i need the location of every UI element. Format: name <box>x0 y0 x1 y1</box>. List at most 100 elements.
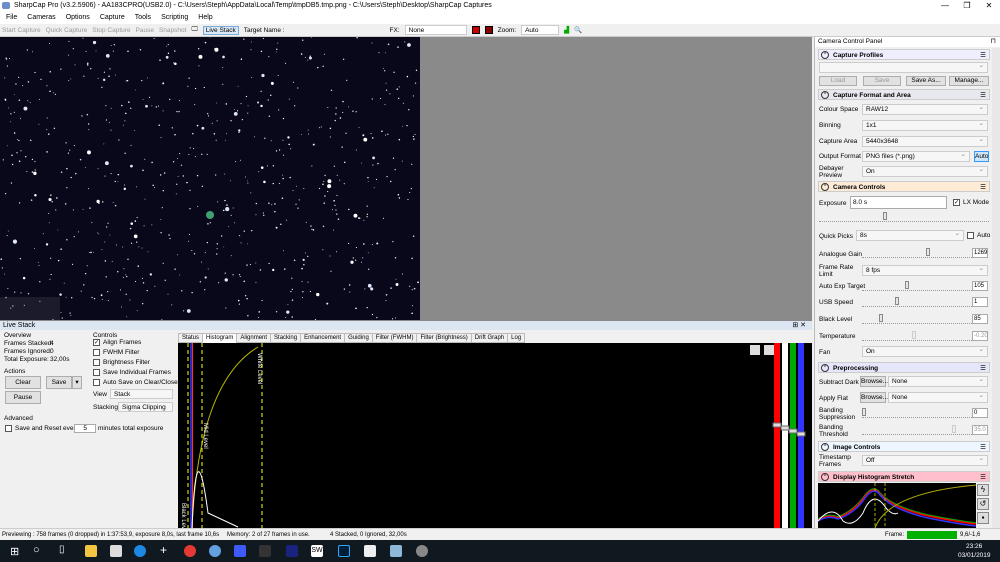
flat-select[interactable]: None <box>888 392 988 403</box>
collapse-icon[interactable]: ^ <box>821 473 829 481</box>
menu-icon[interactable]: ☰ <box>980 363 986 374</box>
pin-icon[interactable]: ⊞ ✕ <box>792 321 806 329</box>
auto-exp-target-slider[interactable] <box>862 281 972 291</box>
dark-select[interactable]: None <box>888 376 988 387</box>
panel-scrollbar[interactable] <box>992 48 1000 528</box>
controls-checkbox[interactable]: Auto Save on Clear/Close <box>93 379 178 386</box>
store-icon[interactable] <box>110 545 122 557</box>
menu-icon[interactable]: ☰ <box>980 442 986 453</box>
app-icon-blue[interactable] <box>209 545 221 557</box>
binning-select[interactable]: 1x1 <box>862 120 988 131</box>
controls-checkbox[interactable]: FWHM Filter <box>93 349 139 356</box>
menu-help[interactable]: Help <box>198 14 212 21</box>
banding-suppression-slider[interactable] <box>862 408 972 418</box>
profile-select[interactable] <box>819 62 988 73</box>
tab-filter-brightness-[interactable]: Filter (Brightness) <box>416 333 471 343</box>
search-icon[interactable]: ○ <box>33 544 40 556</box>
collapse-icon[interactable]: ^ <box>821 51 829 59</box>
channel-level-bar[interactable] <box>790 343 796 529</box>
histogram-icon[interactable]: ▟ <box>564 26 569 34</box>
quick-picks-select[interactable]: 8s <box>856 230 964 241</box>
output-auto-button[interactable]: Auto <box>974 151 989 162</box>
photoshop-icon[interactable] <box>338 545 350 557</box>
panel-pin-icon[interactable]: ⊓ <box>991 37 996 45</box>
windows-start-icon[interactable]: ⊞ <box>10 545 19 558</box>
clear-button[interactable]: Clear <box>5 376 41 389</box>
save-button[interactable]: Save <box>46 376 72 389</box>
menu-capture[interactable]: Capture <box>100 14 125 21</box>
tab-alignment[interactable]: Alignment <box>236 333 271 343</box>
notes-icon[interactable] <box>390 545 402 557</box>
snapshot-button[interactable]: Snapshot <box>159 27 186 34</box>
quick-capture-button[interactable]: Quick Capture <box>46 27 88 34</box>
save-reset-checkbox[interactable]: Save and Reset every <box>5 425 79 432</box>
menu-icon[interactable]: ☰ <box>980 472 986 483</box>
analogue-gain-slider[interactable] <box>862 248 972 258</box>
tab-drift-graph[interactable]: Drift Graph <box>471 333 508 343</box>
close-button[interactable]: ✕ <box>978 0 1000 11</box>
photos-icon[interactable] <box>364 545 376 557</box>
teamviewer-icon[interactable] <box>134 545 146 557</box>
lx-mode-checkbox[interactable]: ✓LX Mode <box>953 199 989 206</box>
menu-icon[interactable]: ☰ <box>980 182 986 193</box>
save-as-profile-button[interactable]: Save As... <box>906 76 946 86</box>
fx-select[interactable]: None <box>405 25 467 35</box>
tab-stacking[interactable]: Stacking <box>270 333 301 343</box>
collapse-icon[interactable]: ^ <box>821 91 829 99</box>
channel-level-handle[interactable] <box>781 426 789 430</box>
zoom-select[interactable]: Auto <box>521 25 559 35</box>
fan-select[interactable]: On <box>862 346 988 357</box>
capture-area-select[interactable]: 5440x3648 <box>862 136 988 147</box>
display-histogram-stretch-header[interactable]: ^Display Histogram Stretch☰ <box>818 471 990 482</box>
menu-options[interactable]: Options <box>66 14 90 21</box>
preprocessing-header[interactable]: ^Preprocessing☰ <box>818 362 990 373</box>
maximize-button[interactable]: ❐ <box>956 0 978 11</box>
start-capture-button[interactable]: Start Capture <box>2 27 41 34</box>
timestamp-frames-select[interactable]: Off <box>862 455 988 466</box>
tab-histogram[interactable]: Histogram <box>202 333 237 343</box>
colour-space-select[interactable]: RAW12 <box>862 104 988 115</box>
menu-icon[interactable]: ☰ <box>980 50 986 61</box>
tab-log[interactable]: Log <box>507 333 525 343</box>
app-icon-gem[interactable] <box>234 545 246 557</box>
auto-stretch-icon[interactable]: ϟ <box>977 484 989 496</box>
usb-speed-value[interactable]: 1 <box>972 297 988 307</box>
analogue-gain-value[interactable]: 1269 <box>972 248 988 258</box>
red-box-icon[interactable] <box>472 26 480 34</box>
display-histogram-graph[interactable] <box>818 483 976 528</box>
usb-speed-slider[interactable] <box>862 297 972 307</box>
exposure-input[interactable]: 8.0 s <box>850 196 947 209</box>
menu-file[interactable]: File <box>6 14 17 21</box>
tab-status[interactable]: Status <box>178 333 203 343</box>
image-viewer[interactable] <box>0 37 812 320</box>
collapse-icon[interactable]: ^ <box>821 364 829 372</box>
controls-checkbox[interactable]: ✓Align Frames <box>93 339 141 346</box>
app-icon-astro[interactable] <box>286 545 298 557</box>
image-controls-header[interactable]: ^Image Controls☰ <box>818 441 990 452</box>
collapse-icon[interactable]: ^ <box>821 183 829 191</box>
load-profile-button[interactable]: Load <box>819 76 857 86</box>
menu-cameras[interactable]: Cameras <box>27 14 55 21</box>
app-icon-gray[interactable] <box>416 545 428 557</box>
banding-suppression-value[interactable]: 0 <box>972 408 988 418</box>
tab-guiding[interactable]: Guiding <box>344 333 373 343</box>
reset-icon[interactable]: ↺ <box>977 498 989 510</box>
controls-checkbox[interactable]: Brightness Filter <box>93 359 150 366</box>
view-select[interactable]: Stack <box>110 389 173 399</box>
controls-checkbox[interactable]: Save Individual Frames <box>93 369 171 376</box>
histogram-tool-button[interactable] <box>764 345 774 355</box>
camera-controls-header[interactable]: ^Camera Controls☰ <box>818 181 990 192</box>
live-stack-button[interactable]: Live Stack <box>203 26 239 35</box>
black-level-value[interactable]: 85 <box>972 314 988 324</box>
pause-stack-button[interactable]: Pause <box>5 391 41 404</box>
channel-level-handle[interactable] <box>789 429 797 433</box>
checkbox-box[interactable] <box>93 359 100 366</box>
capture-profiles-header[interactable]: ^Capture Profiles☰ <box>818 49 990 60</box>
output-format-select[interactable]: PNG files (*.png) <box>862 151 970 162</box>
browse-flat-button[interactable]: Browse... <box>860 392 886 403</box>
stack-histogram[interactable]: White LevelMid LevelBlack Level <box>178 343 812 529</box>
clock-date[interactable]: 03/01/2019 <box>958 552 991 559</box>
manage-profile-button[interactable]: Manage... <box>949 76 989 86</box>
checkbox-box[interactable] <box>93 369 100 376</box>
monitor-icon[interactable]: 🖵 <box>191 26 197 34</box>
